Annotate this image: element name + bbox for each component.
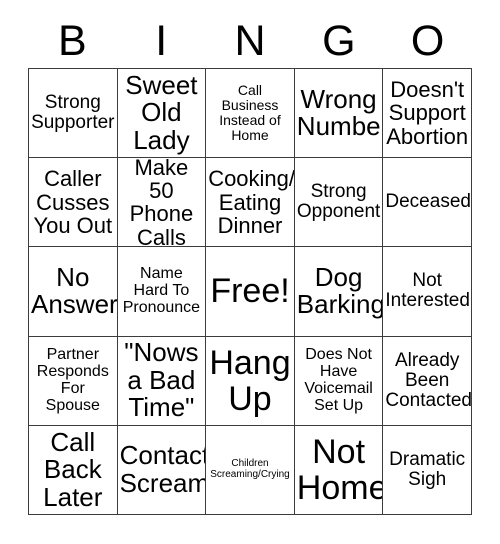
bingo-cell-label: Hang Up xyxy=(209,343,291,418)
bingo-cell[interactable]: "Nows a Bad Time" xyxy=(117,336,207,426)
bingo-cell-label: Children Screaming/Crying xyxy=(210,458,290,480)
bingo-cell-label: Call Business Instead of Home xyxy=(219,82,281,143)
bingo-header-letter-b: B xyxy=(58,16,87,65)
bingo-cell[interactable]: Does Not Have Voicemail Set Up xyxy=(294,336,384,426)
bingo-cell-label: Deceased xyxy=(385,191,471,213)
bingo-cell[interactable]: Not Home xyxy=(294,425,384,515)
bingo-cell[interactable]: Partner Responds For Spouse xyxy=(29,336,118,426)
bingo-header-letter-o: O xyxy=(410,16,445,65)
bingo-cell-label: Strong Supporter xyxy=(31,91,115,134)
bingo-cell[interactable]: Call Back Later xyxy=(29,425,118,515)
bingo-cell[interactable]: No Answer xyxy=(29,247,118,337)
bingo-cell-label: Already Been Contacted xyxy=(385,349,472,411)
bingo-header-row: B I N G O xyxy=(28,14,472,68)
bingo-cell-label: Not Interested xyxy=(385,270,470,312)
bingo-cell[interactable]: Call Business Instead of Home xyxy=(206,69,295,159)
bingo-cell-label: Free! xyxy=(210,272,290,311)
bingo-cell-label: Does Not Have Voicemail Set Up xyxy=(304,345,373,414)
bingo-cell[interactable]: Dramatic Sigh xyxy=(383,425,472,515)
bingo-cell[interactable]: Strong Supporter xyxy=(29,69,118,159)
bingo-cell[interactable]: Contact Screams xyxy=(117,425,207,515)
bingo-cell[interactable]: Children Screaming/Crying xyxy=(206,425,295,515)
bingo-cell-label: Caller Cusses You Out xyxy=(33,166,113,238)
bingo-cell[interactable]: Deceased xyxy=(383,158,472,248)
bingo-cell[interactable]: Make 50 Phone Calls xyxy=(117,158,207,248)
bingo-cell[interactable]: Caller Cusses You Out xyxy=(29,158,118,248)
bingo-header-letter-n: N xyxy=(234,16,266,65)
bingo-cell-label: "Nows a Bad Time" xyxy=(124,337,199,423)
bingo-card: B I N G O Strong Supporter Sweet Old Lad… xyxy=(0,0,500,544)
bingo-header-letter-i: I xyxy=(155,16,168,65)
bingo-cell-label: Cooking/ Eating Dinner xyxy=(208,166,295,238)
bingo-cell-label: Partner Responds For Spouse xyxy=(36,345,109,414)
bingo-cell-label: Strong Opponent xyxy=(296,181,381,223)
bingo-cell-label: Doesn't Support Abortion xyxy=(386,77,469,149)
bingo-cell[interactable]: Strong Opponent xyxy=(294,158,384,248)
bingo-cell-free[interactable]: Free! xyxy=(206,247,295,337)
bingo-cell-label: Dog Barking xyxy=(296,261,384,320)
bingo-cell[interactable]: Wrong Number xyxy=(294,69,384,159)
bingo-cell[interactable]: Cooking/ Eating Dinner xyxy=(206,158,295,248)
bingo-cell-label: Wrong Number xyxy=(296,83,384,142)
bingo-cell[interactable]: Not Interested xyxy=(383,247,472,337)
bingo-cell-label: Make 50 Phone Calls xyxy=(129,158,194,248)
bingo-cell[interactable]: Name Hard To Pronounce xyxy=(117,247,207,337)
bingo-grid: Strong Supporter Sweet Old Lady Call Bus… xyxy=(28,68,472,515)
bingo-cell[interactable]: Dog Barking xyxy=(294,247,384,337)
bingo-cell-label: Sweet Old Lady xyxy=(125,69,198,155)
bingo-cell[interactable]: Already Been Contacted xyxy=(383,336,472,426)
bingo-cell[interactable]: Doesn't Support Abortion xyxy=(383,69,472,159)
bingo-cell-label: Dramatic Sigh xyxy=(389,448,466,490)
bingo-cell[interactable]: Sweet Old Lady xyxy=(117,69,207,159)
bingo-cell-label: Name Hard To Pronounce xyxy=(122,265,201,316)
bingo-header-letter-g: G xyxy=(322,16,356,65)
bingo-cell-label: Not Home xyxy=(296,432,384,507)
bingo-cell[interactable]: Hang Up xyxy=(206,336,295,426)
bingo-cell-label: No Answer xyxy=(31,261,118,320)
bingo-cell-label: Contact Screams xyxy=(119,440,207,498)
bingo-cell-label: Call Back Later xyxy=(43,426,103,512)
